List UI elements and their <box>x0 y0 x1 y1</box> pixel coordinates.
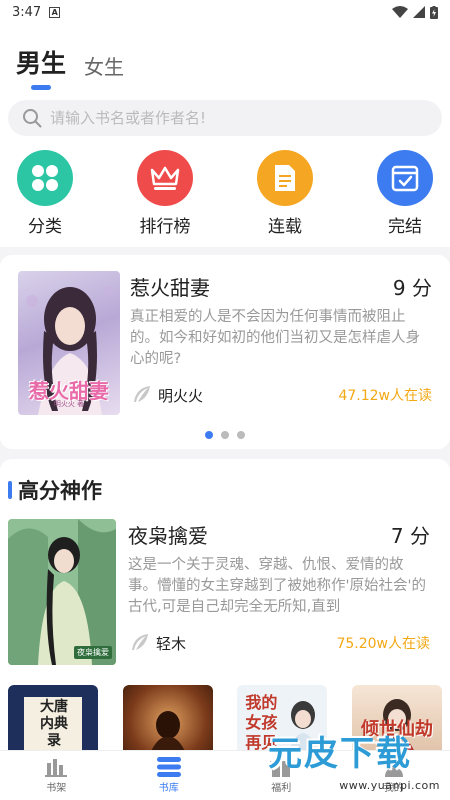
category-classify[interactable]: 分类 <box>16 150 74 237</box>
crown-icon <box>137 150 193 206</box>
nav-label: 福利 <box>271 783 292 794</box>
status-bar: 3:47 A <box>0 0 450 24</box>
category-serializing[interactable]: 连载 <box>256 150 314 237</box>
book-score: 9 分 <box>392 275 432 300</box>
search-input[interactable] <box>50 109 428 127</box>
category-label: 连载 <box>268 217 302 237</box>
book-readers: 75.20w人在读 <box>336 636 430 652</box>
header: 男生 女生 分类 排行榜 连载 <box>0 24 450 247</box>
notification-badge-icon: A <box>49 6 61 18</box>
carousel-dot[interactable] <box>237 431 245 439</box>
nav-label: 我的 <box>383 783 404 794</box>
feather-icon <box>132 634 148 650</box>
book-cover[interactable]: 夜枭擒爱 <box>8 519 116 665</box>
tab-female[interactable]: 女生 <box>84 51 124 90</box>
nav-label: 书库 <box>158 783 179 794</box>
category-completed[interactable]: 完结 <box>376 150 434 237</box>
wifi-icon <box>392 6 408 18</box>
section-title: 高分神作 <box>18 479 102 503</box>
book-description: 这是一个关于灵魂、穿越、仇恨、爱情的故事。懵懂的女主穿越到了被她称作'原始社会'… <box>128 557 426 615</box>
section-book-item[interactable]: 夜枭擒爱 夜枭擒爱 7 分 这是一个关于灵魂、穿越、仇恨、爱情的故事。懵懂的女主… <box>8 519 442 665</box>
book-description: 真正相爱的人是不会因为任何事情而被阻止的。如今和好如初的他们当初又是怎样虐人身心… <box>130 309 420 367</box>
gender-tabs: 男生 女生 <box>0 24 450 96</box>
cover-text: 我的女孩 再见 <box>245 693 278 752</box>
cover-text: 大唐内典录 <box>40 699 68 749</box>
book-readers: 47.12w人在读 <box>338 388 432 404</box>
featured-book-card[interactable]: 惹火甜妻 明火火 著 惹火甜妻 9 分 真正相爱的人是不会因为任何事情而被阻止的… <box>0 255 450 449</box>
category-label: 完结 <box>388 217 422 237</box>
gift-icon <box>270 761 293 777</box>
signal-icon <box>413 6 425 18</box>
category-label: 分类 <box>28 217 62 237</box>
search-bar[interactable] <box>8 100 442 136</box>
search-icon <box>23 109 42 128</box>
section-marker <box>8 481 12 499</box>
book-score: 7 分 <box>390 523 430 548</box>
calendar-check-icon <box>377 150 433 206</box>
bottom-nav: 书架 书库 福利 我的 <box>0 750 450 800</box>
book-title[interactable]: 惹火甜妻 <box>130 272 210 301</box>
cover-subtitle: 明火火 著 <box>53 400 85 408</box>
nav-library[interactable]: 书库 <box>113 751 226 800</box>
tab-male[interactable]: 男生 <box>16 44 66 90</box>
battery-icon <box>430 5 438 19</box>
high-score-section: 高分神作 夜枭擒爱 夜枭擒爱 7 分 这是一个关于灵魂、穿越、仇恨、爱情的故事。… <box>0 459 450 800</box>
bookshelf-icon <box>45 759 68 777</box>
document-icon <box>257 150 313 206</box>
status-time: 3:47 <box>12 4 42 20</box>
nav-bookshelf[interactable]: 书架 <box>0 751 113 800</box>
user-icon <box>384 758 403 777</box>
category-ranking[interactable]: 排行榜 <box>136 150 194 237</box>
nav-profile[interactable]: 我的 <box>338 751 450 800</box>
book-author: 轻木 <box>156 634 187 653</box>
cover-text: 倾世仙劫 <box>360 719 433 740</box>
book-author: 明火火 <box>158 386 204 405</box>
carousel-dot[interactable] <box>205 431 213 439</box>
carousel-dot[interactable] <box>221 431 229 439</box>
grid-icon <box>17 150 73 206</box>
feather-icon <box>134 386 150 402</box>
cover-tag: 夜枭擒爱 <box>74 646 112 659</box>
carousel-indicator <box>18 415 432 439</box>
category-row: 分类 排行榜 连载 完结 <box>0 146 450 247</box>
library-icon <box>156 757 181 777</box>
nav-welfare[interactable]: 福利 <box>225 751 338 800</box>
book-cover[interactable]: 惹火甜妻 明火火 著 <box>18 271 120 415</box>
category-label: 排行榜 <box>139 217 191 237</box>
book-title[interactable]: 夜枭擒爱 <box>128 520 208 549</box>
nav-label: 书架 <box>46 783 67 794</box>
